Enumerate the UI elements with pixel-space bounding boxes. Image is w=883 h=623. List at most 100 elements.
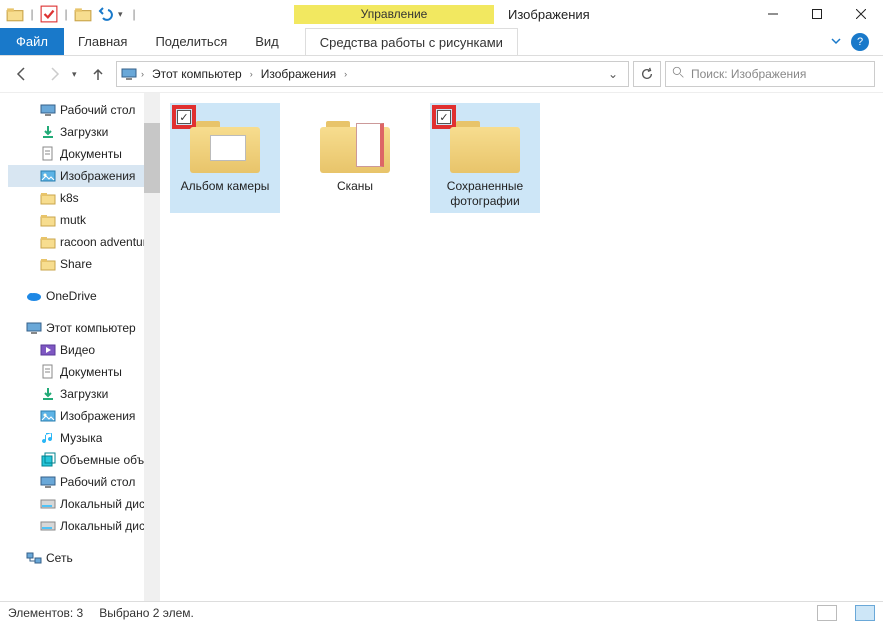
minimize-button[interactable]	[751, 0, 795, 28]
folder-icon	[40, 234, 56, 250]
history-dropdown-icon[interactable]: ▾	[72, 69, 80, 80]
tree-item-label: Сеть	[46, 551, 73, 565]
up-button[interactable]	[84, 60, 112, 88]
folder-item[interactable]: ✓Сохраненные фотографии	[430, 103, 540, 213]
tree-item-label: Локальный диск	[60, 497, 150, 511]
sidebar-item-pc-2[interactable]: Загрузки	[8, 383, 160, 405]
item-label: Сканы	[337, 179, 373, 194]
folder-qat-icon[interactable]	[6, 5, 24, 23]
crumb-pictures[interactable]: Изображения	[257, 67, 340, 81]
undo-dropdown-icon[interactable]: ▾	[118, 9, 126, 20]
tree-item-label: racoon adventure	[60, 235, 153, 249]
folder-small-icon[interactable]	[74, 5, 92, 23]
tree-item-label: Документы	[60, 365, 122, 379]
refresh-button[interactable]	[633, 61, 661, 87]
search-input[interactable]: Поиск: Изображения	[665, 61, 875, 87]
address-bar: ▾ › Этот компьютер › Изображения › ⌄ Пои…	[0, 56, 883, 92]
sidebar-item-quick-4[interactable]: k8s	[8, 187, 160, 209]
tree-item-label: Объемные объе	[60, 453, 151, 467]
sidebar-item-thispc[interactable]: Этот компьютер	[8, 317, 160, 339]
quick-access-toolbar: | | ▾ |	[0, 5, 144, 23]
forward-button[interactable]	[40, 60, 68, 88]
item-label: Альбом камеры	[181, 179, 270, 194]
nav-tree: Рабочий стол📌Загрузки📌Документы📌Изображе…	[0, 93, 160, 601]
view-details-button[interactable]	[817, 605, 837, 621]
tree-item-label: Изображения	[60, 409, 135, 423]
folder-icon	[40, 190, 56, 206]
chevron-right-icon[interactable]: ›	[248, 69, 255, 79]
sidebar-item-network[interactable]: Сеть	[8, 547, 160, 569]
sidebar-item-pc-4[interactable]: Музыка	[8, 427, 160, 449]
breadcrumb[interactable]: › Этот компьютер › Изображения › ⌄	[116, 61, 629, 87]
folder-item[interactable]: Сканы	[300, 103, 410, 213]
disk-icon	[40, 496, 56, 512]
tab-share[interactable]: Поделиться	[141, 28, 241, 55]
videos-icon	[40, 342, 56, 358]
folder-icon	[40, 256, 56, 272]
tree-item-label: Документы	[60, 147, 122, 161]
close-button[interactable]	[839, 0, 883, 28]
tab-picture-tools[interactable]: Средства работы с рисунками	[305, 28, 518, 55]
tab-home[interactable]: Главная	[64, 28, 141, 55]
maximize-button[interactable]	[795, 0, 839, 28]
sidebar-item-quick-6[interactable]: racoon adventure	[8, 231, 160, 253]
tree-item-label: mutk	[60, 213, 86, 227]
sidebar-item-pc-3[interactable]: Изображения	[8, 405, 160, 427]
sidebar-item-quick-1[interactable]: Загрузки📌	[8, 121, 160, 143]
sidebar-item-pc-8[interactable]: Локальный диск	[8, 515, 160, 537]
tab-view[interactable]: Вид	[241, 28, 293, 55]
documents-icon	[40, 146, 56, 162]
folder-icon	[450, 117, 520, 173]
qat-separator: |	[62, 7, 70, 21]
sidebar-item-pc-7[interactable]: Локальный диск	[8, 493, 160, 515]
downloads-icon	[40, 124, 56, 140]
music-icon	[40, 430, 56, 446]
window-controls	[751, 0, 883, 28]
tree-item-label: Музыка	[60, 431, 102, 445]
properties-check-icon[interactable]	[40, 5, 58, 23]
desktop-icon	[40, 102, 56, 118]
view-largeicons-button[interactable]	[855, 605, 875, 621]
title-bar: | | ▾ | Управление Изображения	[0, 0, 883, 28]
tree-item-label: Рабочий стол	[60, 103, 135, 117]
folder-icon	[40, 212, 56, 228]
sidebar-item-onedrive[interactable]: OneDrive	[8, 285, 160, 307]
folder-item[interactable]: ✓Альбом камеры	[170, 103, 280, 213]
sidebar-item-quick-5[interactable]: mutk	[8, 209, 160, 231]
tree-item-label: Рабочий стол	[60, 475, 135, 489]
tree-item-label: Локальный диск	[60, 519, 150, 533]
qat-separator: |	[28, 7, 36, 21]
sidebar-scrollbar[interactable]	[144, 93, 160, 601]
sidebar-item-pc-0[interactable]: Видео	[8, 339, 160, 361]
network-icon	[26, 550, 42, 566]
pictures-icon	[40, 168, 56, 184]
sidebar-item-quick-2[interactable]: Документы📌	[8, 143, 160, 165]
folder-icon	[190, 117, 260, 173]
tab-file[interactable]: Файл	[0, 28, 64, 55]
ribbon-collapse-icon[interactable]	[831, 35, 841, 49]
sidebar-item-quick-0[interactable]: Рабочий стол📌	[8, 99, 160, 121]
chevron-right-icon[interactable]: ›	[342, 69, 349, 79]
sidebar-item-quick-3[interactable]: Изображения📌	[8, 165, 160, 187]
disk-icon	[40, 518, 56, 534]
window-title: Изображения	[508, 7, 590, 22]
tree-item-label: k8s	[60, 191, 79, 205]
context-tab-label: Управление	[294, 5, 494, 24]
sidebar-item-pc-6[interactable]: Рабочий стол	[8, 471, 160, 493]
path-dropdown-icon[interactable]: ⌄	[602, 67, 624, 81]
undo-icon[interactable]	[96, 5, 114, 23]
context-tab-header: Управление	[294, 5, 494, 24]
sidebar-item-pc-5[interactable]: Объемные объе	[8, 449, 160, 471]
crumb-thispc[interactable]: Этот компьютер	[148, 67, 246, 81]
back-button[interactable]	[8, 60, 36, 88]
3d-icon	[40, 452, 56, 468]
desktop-icon	[40, 474, 56, 490]
sidebar-item-pc-1[interactable]: Документы	[8, 361, 160, 383]
help-icon[interactable]: ?	[851, 33, 869, 51]
search-placeholder: Поиск: Изображения	[691, 67, 806, 81]
tree-item-label: Видео	[60, 343, 95, 357]
onedrive-icon	[26, 288, 42, 304]
thispc-icon	[121, 66, 137, 82]
chevron-right-icon[interactable]: ›	[139, 69, 146, 79]
sidebar-item-quick-7[interactable]: Share	[8, 253, 160, 275]
